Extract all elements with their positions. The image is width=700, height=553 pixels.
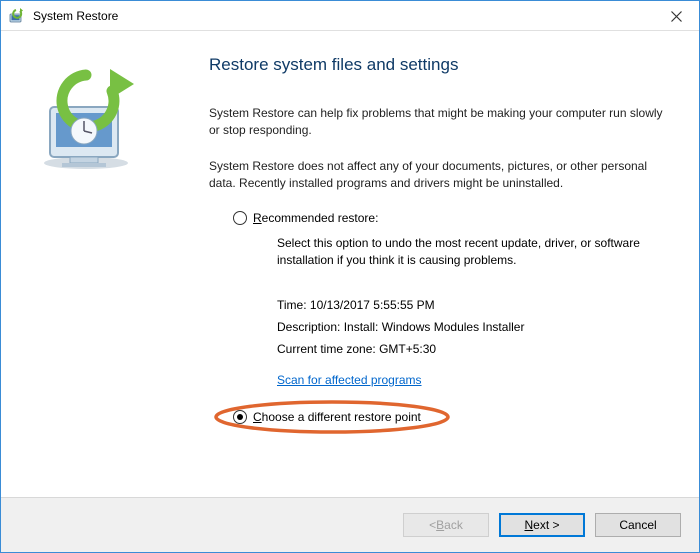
back-button: < Back bbox=[403, 513, 489, 537]
recommended-desc: Select this option to undo the most rece… bbox=[277, 235, 669, 270]
close-icon bbox=[671, 11, 682, 22]
radio-choose-different[interactable]: Choose a different restore point bbox=[233, 410, 421, 424]
radio-icon-selected bbox=[233, 410, 247, 424]
cancel-button[interactable]: Cancel bbox=[595, 513, 681, 537]
detail-time: Time: 10/13/2017 5:55:55 PM bbox=[277, 295, 669, 317]
footer: < Back Next > Cancel bbox=[1, 497, 699, 552]
main-panel: Restore system files and settings System… bbox=[179, 31, 699, 497]
content-area: Restore system files and settings System… bbox=[1, 31, 699, 497]
restore-hero-icon bbox=[30, 59, 150, 179]
detail-timezone: Current time zone: GMT+5:30 bbox=[277, 339, 669, 361]
page-heading: Restore system files and settings bbox=[209, 55, 669, 75]
intro-paragraph-2: System Restore does not affect any of yo… bbox=[209, 158, 669, 193]
options-group: Recommended restore: Select this option … bbox=[233, 211, 669, 424]
next-button[interactable]: Next > bbox=[499, 513, 585, 537]
close-button[interactable] bbox=[653, 1, 699, 31]
sidebar bbox=[1, 31, 179, 497]
radio-recommended-restore[interactable]: Recommended restore: bbox=[233, 211, 669, 225]
radio-icon bbox=[233, 211, 247, 225]
scan-affected-link[interactable]: Scan for affected programs bbox=[277, 370, 422, 392]
window-title: System Restore bbox=[33, 9, 118, 23]
intro-paragraph-1: System Restore can help fix problems tha… bbox=[209, 105, 669, 140]
radio-recommended-label: Recommended restore: bbox=[253, 211, 378, 225]
titlebar: System Restore bbox=[1, 1, 699, 31]
app-icon bbox=[9, 8, 25, 24]
restore-details: Time: 10/13/2017 5:55:55 PM Description:… bbox=[277, 295, 669, 391]
detail-description: Description: Install: Windows Modules In… bbox=[277, 317, 669, 339]
radio-choose-label: Choose a different restore point bbox=[253, 410, 421, 424]
